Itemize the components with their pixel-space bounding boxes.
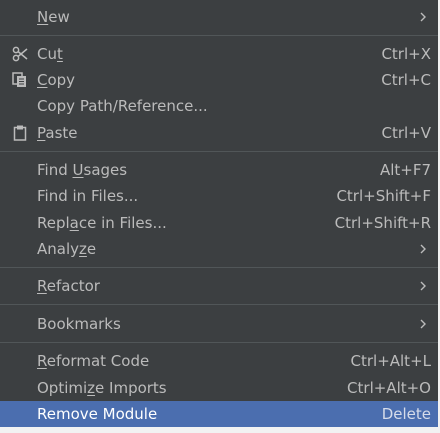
menu-item-cut[interactable]: Cut Ctrl+X	[0, 41, 440, 67]
menu-item-label: New	[37, 8, 70, 26]
menu-bottom-edge	[0, 427, 440, 433]
menu-separator	[0, 151, 440, 152]
context-menu: New Cut Ctrl+X Copy Ctrl+C Copy Path/Ref…	[0, 0, 440, 433]
menu-item-label: Find in Files...	[37, 187, 139, 205]
menu-separator	[0, 304, 440, 305]
chevron-right-icon	[420, 281, 426, 291]
menu-item-label: Remove Module	[37, 405, 158, 423]
menu-separator	[0, 342, 440, 343]
shortcut-text: Ctrl+Alt+L	[350, 352, 432, 370]
copy-icon	[11, 71, 29, 89]
menu-separator	[0, 35, 440, 36]
menu-item-label: Replace in Files...	[37, 214, 167, 232]
shortcut-text: Alt+F7	[379, 161, 431, 179]
menu-item-label: Cut	[37, 45, 63, 63]
menu-item-refactor[interactable]: Refactor	[0, 273, 440, 299]
menu-item-copy[interactable]: Copy Ctrl+C	[0, 67, 440, 93]
chevron-right-icon	[420, 12, 426, 22]
menu-separator	[0, 267, 440, 268]
menu-item-label: Analyze	[37, 240, 97, 258]
menu-item-copy-path[interactable]: Copy Path/Reference...	[0, 93, 440, 119]
shortcut-text: Delete	[381, 405, 431, 423]
menu-item-label: Refactor	[37, 277, 100, 295]
shortcut-text: Ctrl+C	[381, 71, 431, 89]
shortcut-text: Ctrl+Shift+R	[334, 214, 431, 232]
menu-item-label: Bookmarks	[37, 315, 121, 333]
menu-item-label: Find Usages	[37, 161, 128, 179]
menu-item-optimize-imports[interactable]: Optimize Imports Ctrl+Alt+O	[0, 375, 440, 401]
scissors-icon	[11, 45, 29, 63]
chevron-right-icon	[420, 244, 426, 254]
menu-item-bookmarks[interactable]: Bookmarks	[0, 311, 440, 337]
menu-item-label: Optimize Imports	[37, 379, 167, 397]
shortcut-text: Ctrl+V	[381, 124, 431, 142]
menu-item-label: Copy Path/Reference...	[37, 97, 208, 115]
shortcut-text: Ctrl+Alt+O	[347, 379, 431, 397]
menu-item-paste[interactable]: Paste Ctrl+V	[0, 120, 440, 146]
shortcut-text: Ctrl+Shift+F	[336, 187, 431, 205]
menu-item-reformat-code[interactable]: Reformat Code Ctrl+Alt+L	[0, 348, 440, 374]
menu-item-label: Reformat Code	[37, 352, 150, 370]
chevron-right-icon	[420, 319, 426, 329]
menu-item-find-usages[interactable]: Find Usages Alt+F7	[0, 157, 440, 183]
menu-item-analyze[interactable]: Analyze	[0, 236, 440, 262]
menu-item-new[interactable]: New	[0, 4, 440, 30]
clipboard-icon	[11, 124, 29, 142]
menu-item-label: Copy	[37, 71, 76, 89]
menu-item-replace-in-files[interactable]: Replace in Files... Ctrl+Shift+R	[0, 210, 440, 236]
menu-item-label: Paste	[37, 124, 78, 142]
shortcut-text: Ctrl+X	[381, 45, 431, 63]
menu-item-remove-module[interactable]: Remove Module Delete	[0, 401, 440, 427]
menu-item-find-in-files[interactable]: Find in Files... Ctrl+Shift+F	[0, 183, 440, 209]
